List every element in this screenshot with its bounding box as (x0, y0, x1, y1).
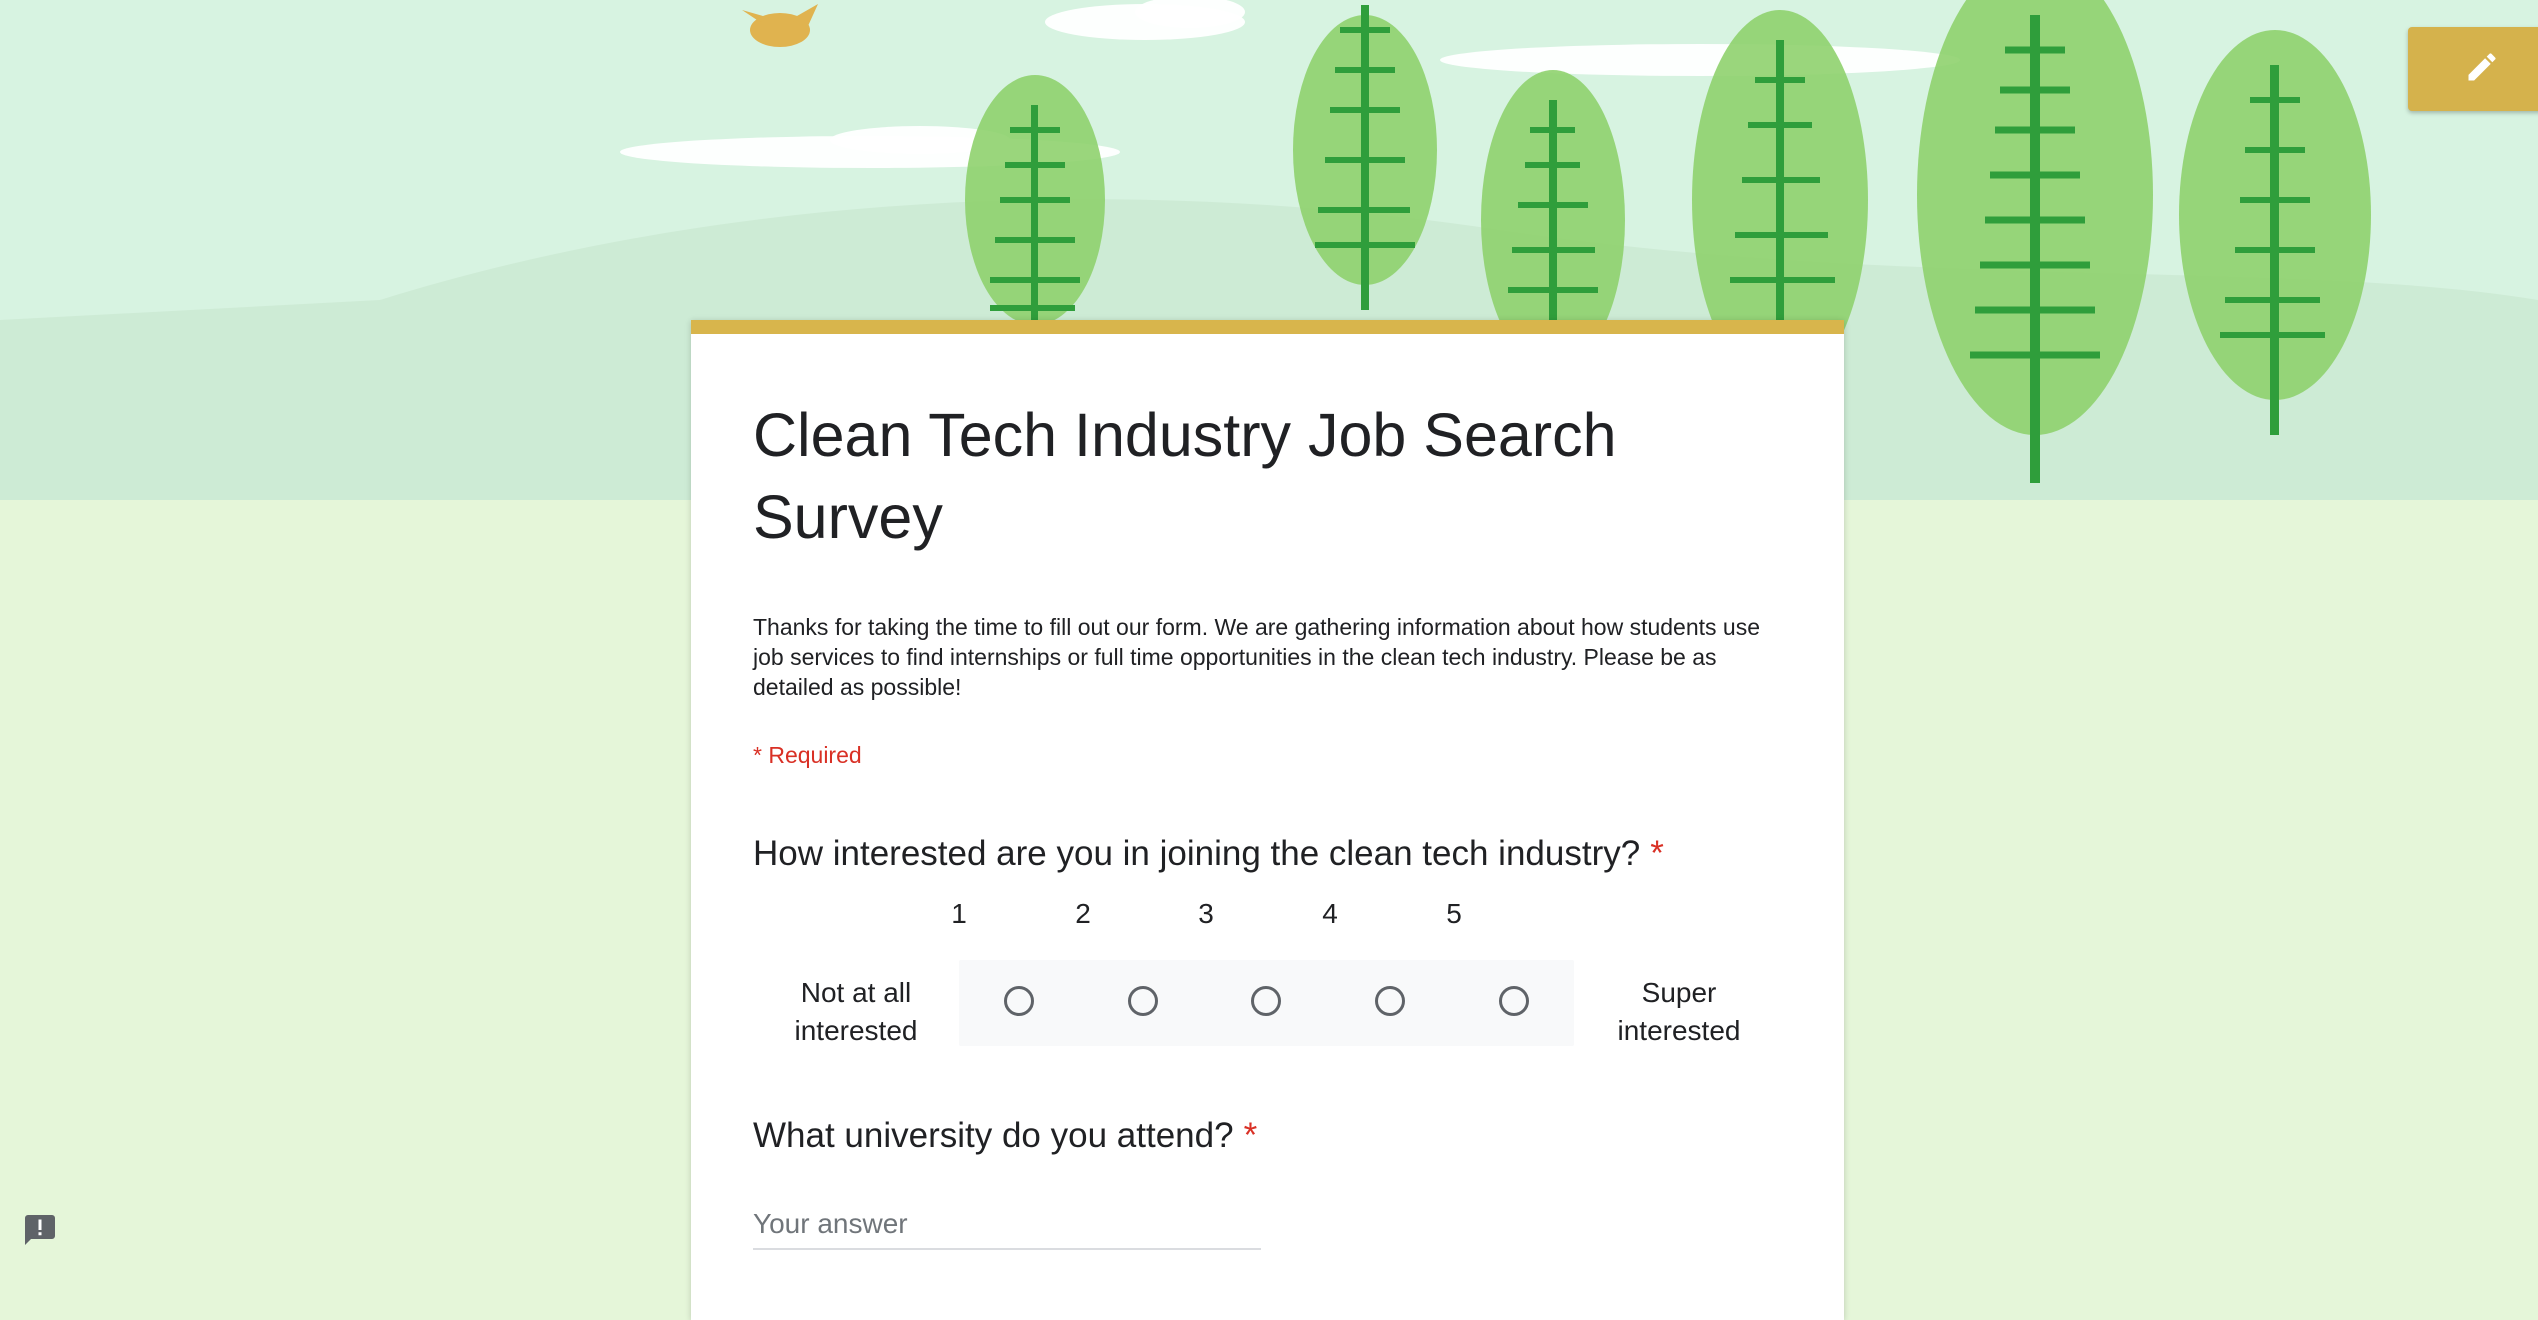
report-icon (22, 1212, 58, 1253)
scale-high-label: Super interested (1617, 977, 1741, 1046)
form-title: Clean Tech Industry Job Search Survey (753, 401, 1617, 551)
question-title-university: What university do you attend? * (753, 1116, 1257, 1156)
form-card: Clean Tech Industry Job Search Survey Th… (691, 320, 1844, 1320)
scale-radio-3[interactable] (1251, 986, 1281, 1016)
scale-number: 5 (1446, 898, 1462, 929)
scale-number: 1 (951, 898, 967, 929)
scale-radio-1[interactable] (1004, 986, 1034, 1016)
scale-number: 4 (1322, 898, 1338, 929)
scale-radio-5[interactable] (1499, 986, 1529, 1016)
question-text: How interested are you in joining the cl… (753, 834, 1641, 873)
scale-number: 3 (1198, 898, 1214, 929)
required-asterisk: * (1243, 1116, 1258, 1155)
edit-form-button[interactable] (2408, 27, 2538, 111)
form-description: Thanks for taking the time to fill out o… (753, 614, 1760, 700)
question-text: What university do you attend? (753, 1116, 1234, 1155)
scale-low-label: Not at all interested (794, 977, 918, 1046)
bird-icon (742, 4, 818, 47)
report-feedback-button[interactable] (20, 1212, 60, 1252)
scale-radio-4[interactable] (1375, 986, 1405, 1016)
scale-radio-2[interactable] (1128, 986, 1158, 1016)
university-answer-input[interactable] (753, 1200, 1261, 1250)
required-note: * Required (753, 742, 862, 768)
required-asterisk: * (1650, 834, 1664, 873)
scale-number: 2 (1075, 898, 1091, 929)
question-title-interest: How interested are you in joining the cl… (753, 834, 1664, 874)
pencil-icon (2464, 49, 2500, 90)
